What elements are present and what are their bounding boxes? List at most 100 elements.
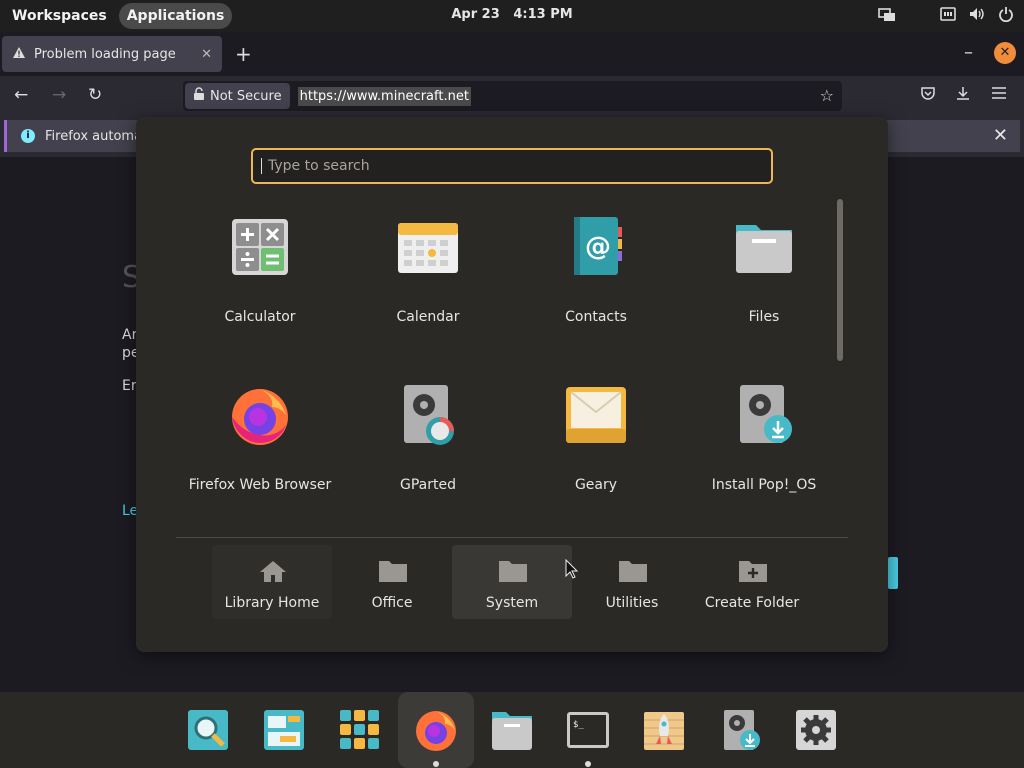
app-label: Install Pop!_OS <box>711 477 817 493</box>
folder-system[interactable]: System <box>452 545 572 619</box>
network-icon[interactable] <box>940 6 956 26</box>
folder-library-home[interactable]: Library Home <box>212 545 332 619</box>
application-launcher: Type to search Calculator Calendar @ Con… <box>136 117 888 652</box>
firefox-icon <box>416 711 456 751</box>
error-text-fragment: Er <box>122 378 137 394</box>
clock-date: Apr 23 <box>451 7 500 22</box>
settings-icon <box>796 710 836 750</box>
browser-tab[interactable]: Problem loading page ✕ <box>2 36 222 72</box>
pop-shop-icon <box>644 712 684 750</box>
notification-close-icon[interactable]: ✕ <box>993 125 1008 146</box>
folder-icon <box>619 561 647 582</box>
volume-icon[interactable] <box>968 6 986 26</box>
tab-bar: Problem loading page ✕ + – ✕ <box>0 32 1024 76</box>
tab-close-icon[interactable]: ✕ <box>201 47 212 62</box>
workspaces-icon <box>264 710 304 750</box>
geary-icon <box>566 387 626 443</box>
files-icon <box>492 712 532 750</box>
home-icon <box>260 561 286 582</box>
app-label: Firefox Web Browser <box>188 477 332 493</box>
app-label: Contacts <box>565 309 627 325</box>
folder-icon <box>379 561 407 582</box>
folder-label: Library Home <box>224 595 320 611</box>
folder-label: System <box>485 595 539 611</box>
system-tray <box>940 6 1014 26</box>
app-label: GParted <box>400 477 456 493</box>
dock-launcher[interactable] <box>170 692 246 768</box>
forward-icon[interactable]: → <box>52 85 66 105</box>
warning-icon <box>12 46 26 63</box>
folder-utilities[interactable]: Utilities <box>572 545 692 619</box>
dock-files[interactable] <box>474 692 550 768</box>
mouse-pointer-icon <box>565 559 579 579</box>
workspaces-button[interactable]: Workspaces <box>4 3 115 29</box>
lock-warning-icon <box>193 87 205 105</box>
site-security-button[interactable]: Not Secure <box>185 83 290 109</box>
minimize-icon[interactable]: – <box>964 42 973 63</box>
dock-pop-shop[interactable] <box>626 692 702 768</box>
running-indicator <box>433 761 439 767</box>
desktop: Workspaces Applications Apr 23 4:13 PM P… <box>0 0 1024 768</box>
app-calculator[interactable]: Calculator <box>176 195 344 345</box>
app-label: Files <box>748 309 780 325</box>
folder-label: Utilities <box>605 595 659 611</box>
app-grid-icon <box>340 710 379 749</box>
launcher-search-input[interactable]: Type to search <box>251 148 773 184</box>
info-icon: i <box>21 129 35 143</box>
pocket-icon[interactable] <box>920 85 936 105</box>
reload-icon[interactable]: ↻ <box>88 85 102 105</box>
app-firefox[interactable]: Firefox Web Browser <box>176 363 344 513</box>
power-icon[interactable] <box>998 6 1014 26</box>
nav-bar: ← → ↻ Not Secure https://www.minecraft.n… <box>0 76 1024 116</box>
folder-label: Office <box>371 595 413 611</box>
folder-label: Create Folder <box>704 595 800 611</box>
notification-text: Firefox automa <box>45 128 143 144</box>
svg-text:$_: $_ <box>573 720 584 730</box>
gparted-icon <box>404 385 454 445</box>
window-close-icon[interactable]: ✕ <box>994 42 1016 64</box>
terminal-icon: $_ <box>567 712 609 748</box>
installer-icon <box>740 385 792 443</box>
app-contacts[interactable]: @ Contacts <box>512 195 680 345</box>
contacts-icon: @ <box>574 217 622 275</box>
workspace-switcher-icon[interactable] <box>878 7 896 27</box>
menu-icon[interactable] <box>991 85 1007 105</box>
bookmark-star-icon[interactable]: ☆ <box>820 86 834 105</box>
url-text[interactable]: https://www.minecraft.net <box>297 86 471 106</box>
tab-title: Problem loading page <box>34 46 176 62</box>
running-indicator <box>585 761 591 767</box>
app-calendar[interactable]: Calendar <box>344 195 512 345</box>
search-placeholder: Type to search <box>268 158 370 174</box>
launcher-divider <box>176 537 848 538</box>
app-geary[interactable]: Geary <box>512 363 680 513</box>
folder-office[interactable]: Office <box>332 545 452 619</box>
dock-workspaces[interactable] <box>246 692 322 768</box>
folder-icon <box>499 561 527 582</box>
try-again-button-fragment[interactable] <box>888 557 898 589</box>
svg-text:@: @ <box>585 232 611 262</box>
files-icon <box>736 225 792 273</box>
new-tab-icon[interactable]: + <box>235 42 252 66</box>
calculator-icon <box>232 219 288 275</box>
downloads-icon[interactable] <box>955 85 971 106</box>
dock-firefox[interactable] <box>398 692 474 768</box>
dock-installer[interactable] <box>702 692 778 768</box>
app-gparted[interactable]: GParted <box>344 363 512 513</box>
dock-terminal[interactable]: $_ <box>550 692 626 768</box>
dock-app-grid[interactable] <box>322 692 398 768</box>
calendar-icon <box>398 223 458 273</box>
applications-button[interactable]: Applications <box>118 3 233 29</box>
create-folder-button[interactable]: Create Folder <box>692 545 812 619</box>
dock-settings[interactable] <box>778 692 854 768</box>
dock: $_ <box>0 692 1024 768</box>
back-icon[interactable]: ← <box>14 85 28 105</box>
clock-time: 4:13 PM <box>513 7 573 22</box>
app-install-pop-os[interactable]: Install Pop!_OS <box>680 363 848 513</box>
firefox-icon <box>232 389 288 445</box>
installer-icon <box>724 710 760 750</box>
url-bar[interactable]: Not Secure https://www.minecraft.net ☆ <box>183 81 842 111</box>
text-cursor <box>261 158 262 174</box>
app-files[interactable]: Files <box>680 195 848 345</box>
app-label: Calculator <box>224 309 296 325</box>
top-panel: Workspaces Applications Apr 23 4:13 PM <box>0 0 1024 32</box>
